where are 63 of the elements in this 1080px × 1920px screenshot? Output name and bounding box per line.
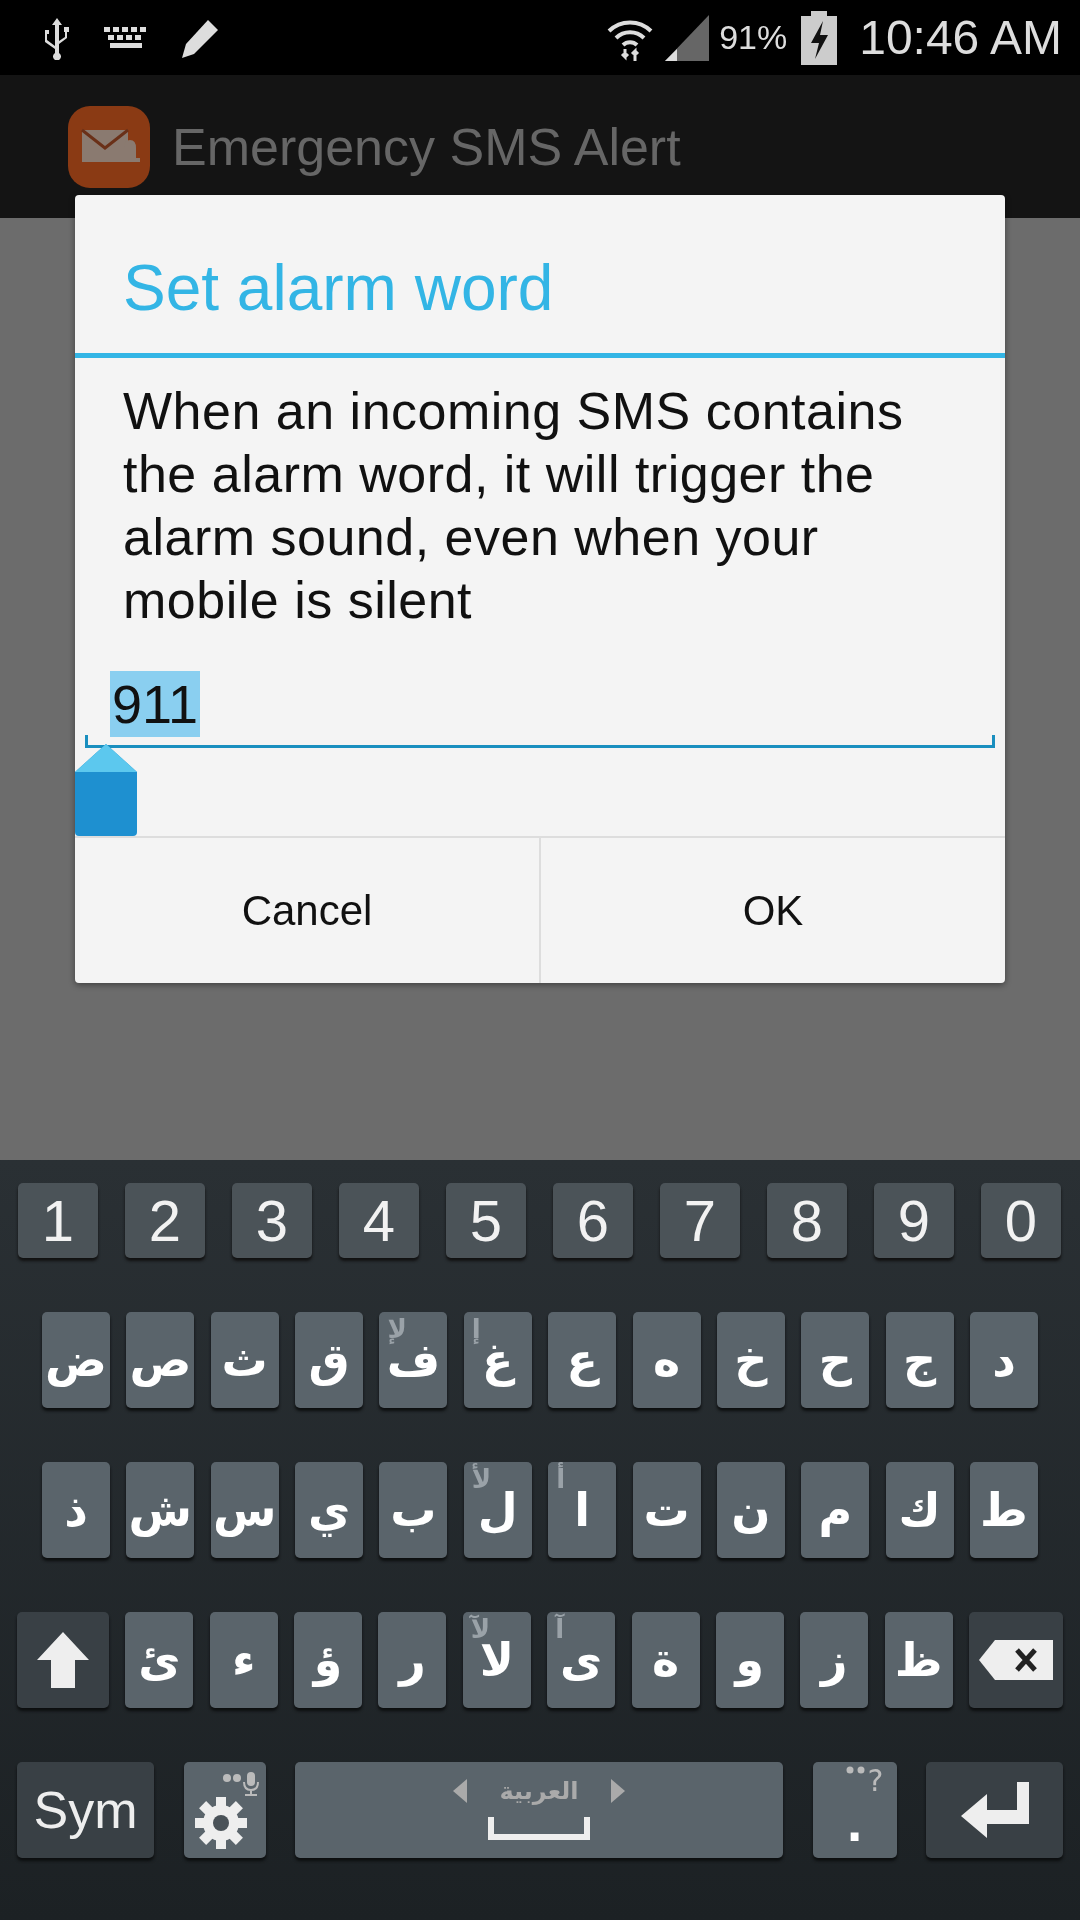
symbols-key[interactable]: Sym xyxy=(17,1762,154,1858)
letter-key[interactable]: س xyxy=(210,1462,279,1558)
letter-key[interactable]: ط xyxy=(969,1462,1038,1558)
number-key[interactable]: 6 xyxy=(553,1183,633,1258)
letter-key[interactable]: ر xyxy=(378,1612,447,1708)
dialog-button[interactable]: OK xyxy=(539,838,1005,983)
dialog-message: When an incoming SMS contains the alarm word, it will trigger the alarm sound, even when your mobile is silent xyxy=(122,381,905,631)
letter-key[interactable]: ز xyxy=(800,1612,869,1708)
number-key[interactable]: 4 xyxy=(339,1183,419,1258)
letter-key[interactable]: ن xyxy=(716,1462,785,1558)
settings-key[interactable] xyxy=(183,1762,266,1858)
letter-key[interactable]: ي xyxy=(295,1462,364,1558)
app-title: Emergency SMS Alert xyxy=(172,116,681,177)
letter-key[interactable]: ت xyxy=(632,1462,701,1558)
letter-key[interactable]: ه xyxy=(632,1312,701,1408)
left-triangle-icon xyxy=(451,1778,470,1804)
letter-key[interactable]: ض xyxy=(42,1312,110,1408)
enter-key[interactable] xyxy=(926,1762,1063,1858)
number-key[interactable]: 5 xyxy=(446,1183,526,1258)
letter-key[interactable]: ش xyxy=(126,1462,195,1558)
letter-key[interactable]: ع xyxy=(548,1312,617,1408)
letter-key[interactable]: ح xyxy=(801,1312,870,1408)
period-key[interactable]: ? . xyxy=(812,1762,897,1858)
clock-time: 10:46 AM xyxy=(859,10,1062,65)
letter-key[interactable]: لإ ف xyxy=(379,1312,448,1408)
battery-icon xyxy=(801,10,838,65)
letter-key[interactable]: و xyxy=(715,1612,784,1708)
dialog-button[interactable]: Cancel xyxy=(75,838,539,983)
number-key[interactable]: 7 xyxy=(660,1183,740,1258)
number-key[interactable]: 9 xyxy=(874,1183,954,1258)
letter-key[interactable]: ء xyxy=(209,1612,278,1708)
letter-key[interactable]: ظ xyxy=(884,1612,953,1708)
letter-key[interactable]: ذ xyxy=(42,1462,110,1558)
number-key[interactable]: 3 xyxy=(232,1183,312,1258)
keyboard-icon xyxy=(104,24,148,51)
dots-icon xyxy=(845,1766,866,1774)
letter-key[interactable]: ؤ xyxy=(294,1612,363,1708)
letter-key[interactable]: ة xyxy=(631,1612,700,1708)
letter-key[interactable]: د xyxy=(969,1312,1038,1408)
letter-key[interactable]: ك xyxy=(885,1462,954,1558)
up-arrow-icon xyxy=(35,1630,91,1690)
number-key[interactable]: 1 xyxy=(18,1183,98,1258)
right-triangle-icon xyxy=(608,1778,627,1804)
space-bar-icon xyxy=(488,1817,590,1843)
letter-key[interactable]: ق xyxy=(295,1312,364,1408)
letter-key[interactable]: خ xyxy=(716,1312,785,1408)
letter-key[interactable]: ص xyxy=(126,1312,195,1408)
selection-handle[interactable] xyxy=(75,744,137,836)
dialog-title: Set alarm word xyxy=(122,251,555,326)
letter-key[interactable]: ج xyxy=(885,1312,954,1408)
number-key[interactable]: 0 xyxy=(981,1183,1061,1258)
letter-key[interactable]: ب xyxy=(379,1462,448,1558)
number-key[interactable]: 2 xyxy=(125,1183,205,1258)
envelope-bell-icon xyxy=(68,105,150,188)
backspace-icon xyxy=(976,1638,1055,1682)
number-key[interactable]: 8 xyxy=(767,1183,847,1258)
letter-key[interactable]: ث xyxy=(210,1312,279,1408)
backspace-key[interactable] xyxy=(968,1612,1063,1708)
letter-key[interactable]: م xyxy=(801,1462,870,1558)
input-field[interactable]: 911 xyxy=(85,672,995,748)
shift-key[interactable] xyxy=(17,1612,109,1708)
letter-key[interactable]: ئ xyxy=(125,1612,194,1708)
battery-percentage: 91% xyxy=(719,18,788,57)
